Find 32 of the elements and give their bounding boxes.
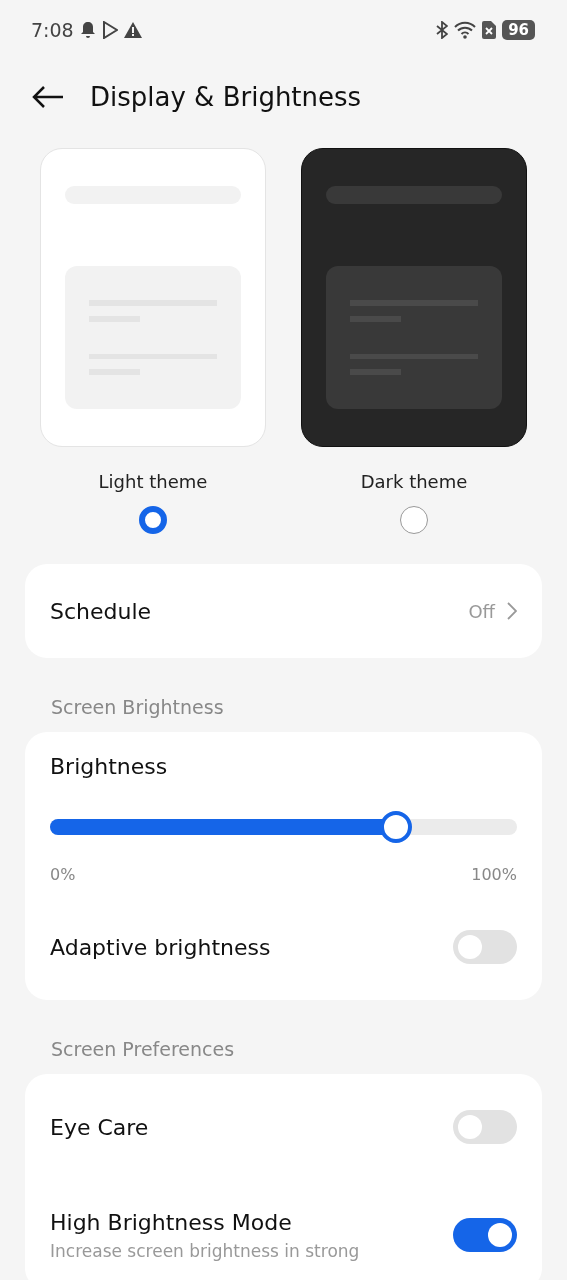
back-icon[interactable] [32, 85, 64, 109]
setting-label: Eye Care [50, 1114, 149, 1140]
setting-label: Brightness [50, 754, 169, 779]
sim-icon [482, 21, 497, 39]
page-title: Display & Brightness [90, 82, 362, 112]
theme-label: Dark theme [360, 471, 468, 492]
radio-button[interactable] [400, 506, 428, 534]
status-time: 7:08 [31, 19, 74, 41]
min-label: 0% [50, 865, 76, 884]
chevron-icon [507, 602, 517, 620]
brightness-slider[interactable] [50, 811, 517, 843]
theme-label: Light theme [98, 471, 208, 492]
battery-indicator: 96 [502, 20, 535, 40]
setting-label: Schedule [50, 598, 152, 624]
section-title: Screen Brightness [50, 695, 225, 720]
slider-thumb[interactable] [379, 811, 412, 843]
radio-button[interactable] [139, 506, 167, 534]
toggle-switch[interactable] [453, 930, 517, 964]
setting-value: Off [468, 600, 495, 622]
max-label: 100% [471, 865, 517, 884]
toggle-switch[interactable] [453, 1218, 517, 1252]
warning-icon [123, 22, 142, 38]
setting-label: High Brightness Mode [50, 1209, 293, 1235]
bell-icon [79, 21, 96, 39]
toggle-switch[interactable] [453, 1110, 517, 1144]
schedule-row[interactable]: Schedule Off [25, 564, 542, 658]
setting-label: Adaptive brightness [50, 934, 271, 960]
setting-description: Increase screen brightness in strong [50, 1240, 360, 1261]
play-icon [101, 21, 118, 39]
wifi-icon [454, 21, 477, 39]
bluetooth-icon [436, 21, 449, 39]
section-title: Screen Preferences [50, 1037, 236, 1062]
